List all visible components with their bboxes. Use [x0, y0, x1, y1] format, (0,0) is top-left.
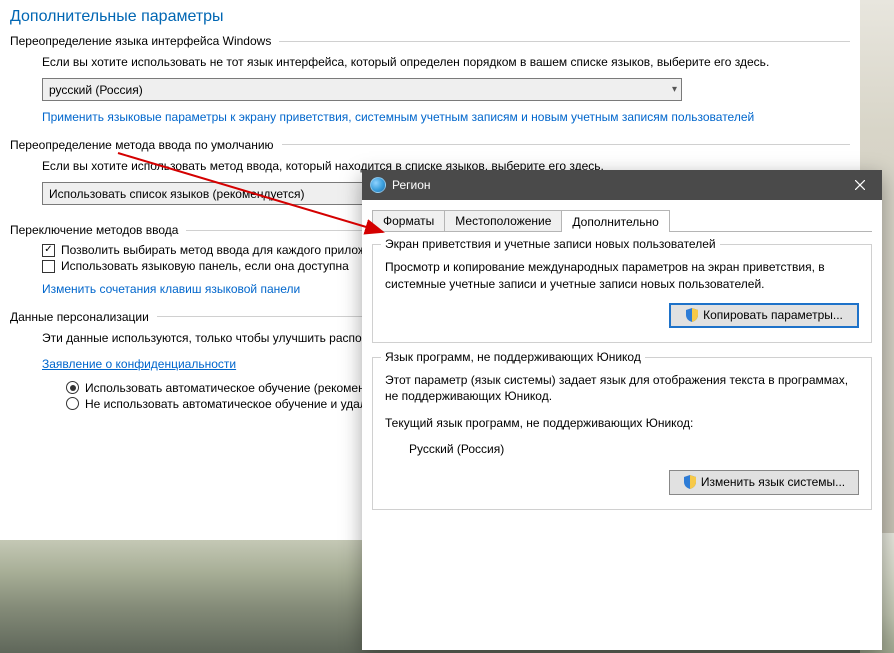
- shield-icon: [683, 475, 697, 489]
- tab-location[interactable]: Местоположение: [444, 210, 562, 231]
- group-override-display-language: Переопределение языка интерфейса Windows…: [10, 34, 850, 134]
- checkbox-label: Использовать языковую панель, если она д…: [61, 259, 349, 273]
- copy-settings-button[interactable]: Копировать параметры...: [669, 303, 859, 328]
- checkbox-label: Позволить выбирать метод ввода для каждо…: [61, 243, 392, 257]
- current-language-label: Текущий язык программ, не поддерживающих…: [385, 415, 859, 432]
- welcome-screen-description: Просмотр и копирование международных пар…: [385, 259, 859, 293]
- fieldset-legend: Язык программ, не поддерживающих Юникод: [381, 350, 645, 364]
- checkbox-icon: ✓: [42, 244, 55, 257]
- group-label: Данные персонализации: [10, 310, 157, 324]
- group-label: Переопределение языка интерфейса Windows: [10, 34, 279, 48]
- group-label: Переключение методов ввода: [10, 223, 186, 237]
- close-icon: [855, 180, 865, 190]
- button-label: Копировать параметры...: [703, 308, 843, 322]
- radio-icon: [66, 381, 79, 394]
- fieldset-legend: Экран приветствия и учетные записи новых…: [381, 237, 720, 251]
- apply-to-welcome-screen-link[interactable]: Применить языковые параметры к экрану пр…: [42, 109, 754, 126]
- button-label: Изменить язык системы...: [701, 475, 845, 489]
- checkbox-icon: [42, 260, 55, 273]
- dialog-title: Регион: [392, 178, 837, 192]
- shield-icon: [685, 308, 699, 322]
- radio-label: Использовать автоматическое обучение (ре…: [85, 381, 406, 395]
- override-lang-description: Если вы хотите использовать не тот язык …: [42, 54, 850, 70]
- region-dialog: Регион Форматы Местоположение Дополнител…: [362, 170, 882, 650]
- tab-administrative[interactable]: Дополнительно: [561, 210, 669, 232]
- dialog-body: Форматы Местоположение Дополнительно Экр…: [362, 200, 882, 650]
- dialog-titlebar[interactable]: Регион: [362, 170, 882, 200]
- page-title: Дополнительные параметры: [10, 8, 850, 26]
- privacy-statement-link[interactable]: Заявление о конфиденциальности: [42, 356, 236, 373]
- fieldset-welcome-screen: Экран приветствия и учетные записи новых…: [372, 244, 872, 343]
- change-hotkeys-link[interactable]: Изменить сочетания клавиш языковой панел…: [42, 281, 300, 298]
- non-unicode-description: Этот параметр (язык системы) задает язык…: [385, 372, 859, 406]
- close-button[interactable]: [837, 170, 882, 200]
- current-language-value: Русский (Россия): [409, 442, 859, 456]
- tab-formats[interactable]: Форматы: [372, 210, 445, 231]
- change-system-locale-button[interactable]: Изменить язык системы...: [669, 470, 859, 495]
- display-language-combobox[interactable]: русский (Россия) ▾: [42, 78, 682, 101]
- combo-value: Использовать список языков (рекомендуетс…: [49, 187, 305, 201]
- group-divider: [282, 144, 850, 145]
- tabstrip: Форматы Местоположение Дополнительно: [372, 208, 872, 232]
- group-label: Переопределение метода ввода по умолчани…: [10, 138, 282, 152]
- radio-icon: [66, 397, 79, 410]
- group-divider: [279, 41, 850, 42]
- radio-label: Не использовать автоматическое обучение …: [85, 397, 385, 411]
- fieldset-non-unicode: Язык программ, не поддерживающих Юникод …: [372, 357, 872, 510]
- combo-value: русский (Россия): [49, 83, 143, 97]
- chevron-down-icon: ▾: [672, 84, 677, 95]
- globe-icon: [370, 177, 386, 193]
